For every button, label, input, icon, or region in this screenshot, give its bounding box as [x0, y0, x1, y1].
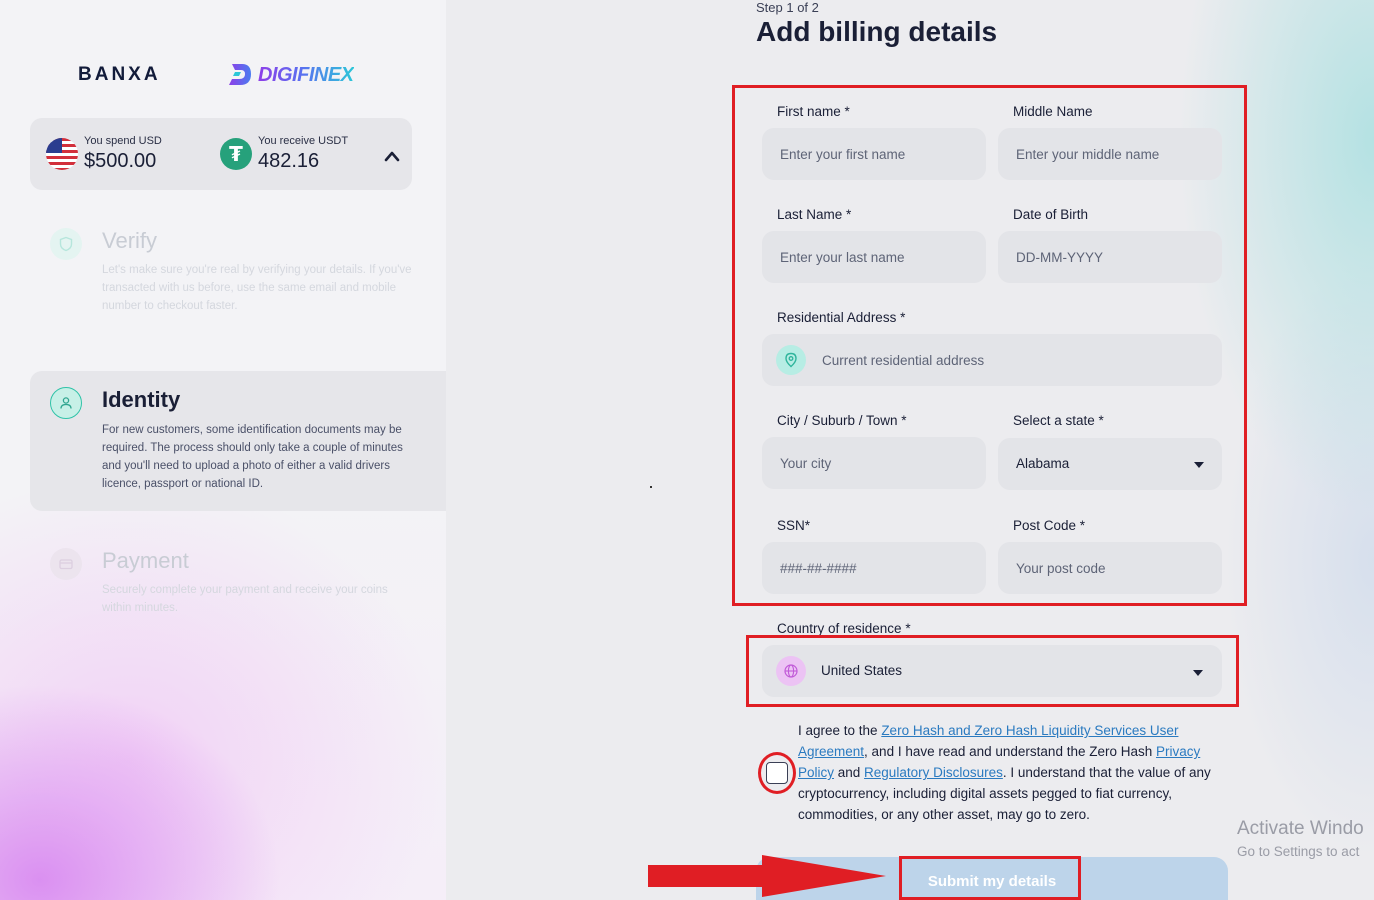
agreement-text-part: , and I have read and understand the Zer…	[864, 744, 1156, 759]
page-title: Add billing details	[756, 16, 998, 47]
step-description: Let's make sure you're real by verifying…	[102, 264, 412, 312]
step-description: For new customers, some identification d…	[102, 424, 403, 490]
step-title: Payment	[102, 548, 189, 573]
digifinex-mark-icon	[226, 61, 254, 89]
shield-icon	[50, 228, 82, 260]
windows-activation-subtitle: Go to Settings to act	[1237, 844, 1360, 859]
left-panel: BANXA DIGIFINEX You spend USD $500.00 ₮ …	[0, 0, 446, 900]
step-identity: Identity For new customers, some identif…	[30, 371, 446, 511]
digifinex-wordmark: DIGIFINEX	[258, 63, 354, 86]
annotation-arrow-icon	[648, 855, 886, 897]
digifinex-logo: DIGIFINEX	[226, 60, 354, 90]
step-counter: Step 1 of 2	[756, 0, 819, 15]
usdt-icon: ₮	[220, 138, 252, 170]
step-description: Securely complete your payment and recei…	[102, 584, 388, 614]
card-icon	[50, 548, 82, 580]
stray-dot	[650, 486, 652, 488]
agreement-text-part: I agree to the	[798, 723, 882, 738]
regulatory-disclosures-link[interactable]: Regulatory Disclosures	[864, 765, 1003, 780]
agreement-text: I agree to the Zero Hash and Zero Hash L…	[798, 720, 1218, 825]
receive-amount: 482.16	[258, 150, 320, 172]
step-title: Verify	[102, 228, 158, 253]
receive-label: You receive USDT	[258, 135, 349, 147]
spend-label: You spend USD	[84, 135, 162, 147]
user-icon	[50, 387, 82, 419]
step-payment: Payment Securely complete your payment a…	[30, 538, 446, 628]
spend-amount: $500.00	[84, 150, 157, 172]
us-flag-icon	[46, 138, 78, 170]
agreement-text-part: and	[834, 765, 865, 780]
annotation-box-country	[746, 635, 1239, 707]
annotation-box-form-fields	[732, 85, 1247, 606]
order-summary[interactable]: You spend USD $500.00 ₮ You receive USDT…	[30, 118, 412, 190]
annotation-box-submit	[899, 856, 1081, 900]
country-label: Country of residence *	[777, 621, 911, 636]
chevron-up-icon[interactable]	[384, 148, 400, 162]
annotation-circle-checkbox	[758, 752, 796, 794]
step-verify: Verify Let's make sure you're real by ve…	[30, 218, 446, 338]
step-title: Identity	[102, 387, 181, 412]
windows-activation-title: Activate Windo	[1237, 818, 1364, 839]
banxa-logo: BANXA	[78, 64, 161, 85]
